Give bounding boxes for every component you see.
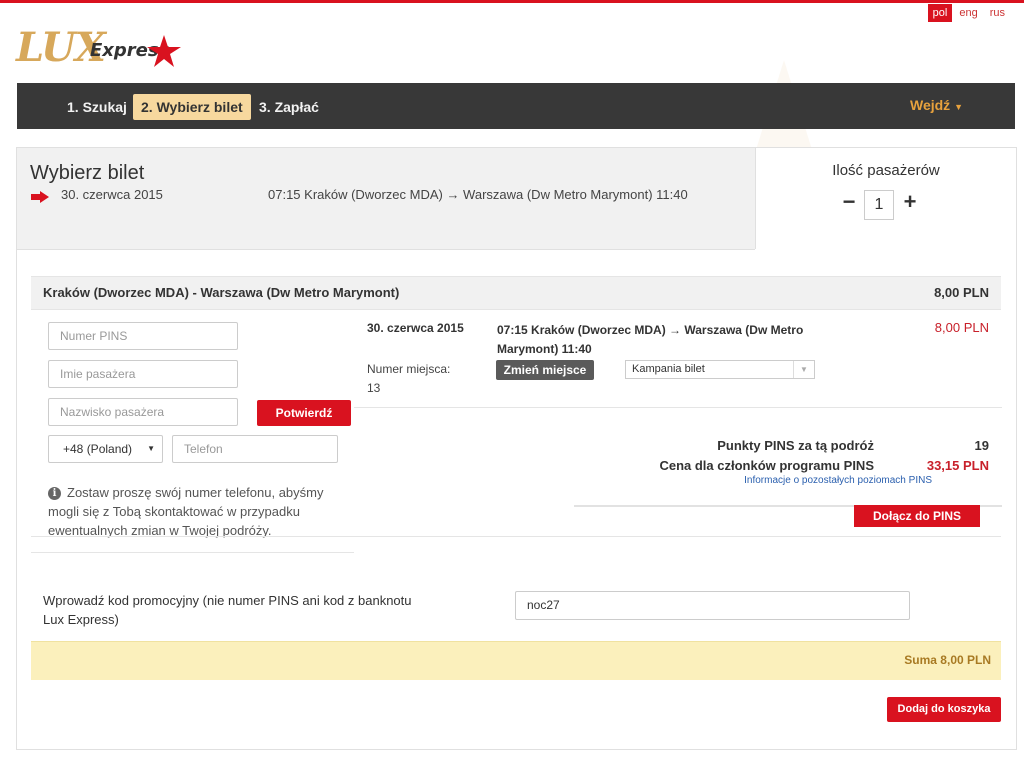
change-seat-button[interactable]: Zmień miejsce — [496, 360, 594, 380]
promo-code-label: Wprowadź kod promocyjny (nie numer PINS … — [43, 593, 412, 627]
step-choose-ticket[interactable]: 2. Wybierz bilet — [133, 94, 251, 120]
phone-input[interactable]: Telefon — [172, 435, 338, 463]
caret-down-icon: ▼ — [954, 102, 963, 112]
trip-date: 30. czerwca 2015 — [367, 321, 464, 335]
passenger-count-input[interactable]: 1 — [864, 190, 894, 220]
seat-number: Numer miejsca: 13 — [367, 362, 451, 395]
country-code-select[interactable]: +48 (Poland) ▼ — [48, 435, 163, 463]
pins-points-label: Punkty PINS za tą podróż — [717, 438, 874, 453]
pins-number-input[interactable]: Numer PINS — [48, 322, 238, 350]
ticket-card: Wybierz bilet 30. czerwca 2015 07:15 Kra… — [16, 147, 1017, 750]
pins-member-price-label: Cena dla członków programu PINS — [659, 458, 874, 473]
join-pins-button[interactable]: Dołącz do PINS — [854, 505, 980, 527]
login-menu[interactable]: Wejdź ▼ — [910, 97, 963, 113]
passenger-name-input[interactable]: Imie pasażera — [48, 360, 238, 388]
ticket-header: Wybierz bilet 30. czerwca 2015 07:15 Kra… — [17, 148, 755, 250]
login-label: Wejdź — [909, 97, 951, 113]
passenger-surname-input[interactable]: Nazwisko pasażera — [48, 398, 238, 426]
lux-express-logo[interactable]: LUX Express — [16, 24, 186, 74]
trip-divider — [354, 407, 1002, 408]
page-title: Wybierz bilet — [30, 162, 145, 184]
trip-price: 8,00 PLN — [934, 320, 989, 335]
select-caret-icon: ▼ — [147, 444, 155, 453]
lang-eng[interactable]: eng — [954, 4, 982, 22]
header-route: 07:15 Kraków (Dworzec MDA) → Warszawa (D… — [268, 187, 688, 202]
section-divider — [31, 536, 1001, 537]
arrow-right-icon — [31, 191, 49, 203]
left-divider — [31, 552, 354, 553]
logo-star-icon — [147, 35, 181, 67]
lang-pol[interactable]: pol — [927, 4, 953, 22]
lang-rus[interactable]: rus — [985, 4, 1010, 22]
increase-passengers-button[interactable]: + — [900, 190, 920, 214]
step-pay[interactable]: 3. Zapłać — [251, 94, 327, 120]
confirm-button[interactable]: Potwierdź — [257, 400, 351, 426]
pins-member-price-value: 33,15 PLN — [926, 458, 989, 473]
language-switcher: pol eng rus — [927, 4, 1010, 22]
pins-points-value: 19 — [974, 438, 989, 453]
country-code-value: +48 (Poland) — [63, 442, 133, 456]
phone-info: i Zostaw proszę swój numer telefonu, abyś… — [48, 483, 338, 540]
step-navbar: 1. Szukaj 2. Wybierz bilet 3. Zapłać Wej… — [17, 83, 1015, 129]
trip-header-row: Kraków (Dworzec MDA) - Warszawa (Dw Metr… — [31, 276, 1001, 310]
summary-bar: Suma 8,00 PLN — [31, 641, 1001, 680]
ticket-type-select[interactable]: Kampania bilet ▼ — [625, 360, 815, 379]
total-sum: Suma 8,00 PLN — [904, 653, 991, 667]
passenger-count-label: Ilość pasażerów — [832, 162, 940, 179]
info-icon: i — [48, 487, 61, 500]
header-date: 30. czerwca 2015 — [61, 187, 163, 202]
chevron-down-icon: ▼ — [793, 361, 814, 378]
ticket-type-value: Kampania bilet — [632, 363, 705, 375]
add-to-cart-button[interactable]: Dodaj do koszyka — [887, 697, 1001, 722]
promo-code-input[interactable]: noc27 — [515, 591, 910, 620]
passenger-count-panel: Ilość pasażerów − 1 + — [755, 148, 1016, 249]
top-accent-line — [0, 0, 1024, 3]
decrease-passengers-button[interactable]: − — [840, 190, 858, 214]
trip-route-title: Kraków (Dworzec MDA) - Warszawa (Dw Metr… — [43, 285, 400, 300]
step-search[interactable]: 1. Szukaj — [59, 94, 135, 120]
trip-route: 07:15 Kraków (Dworzec MDA) → Warszawa (D… — [497, 323, 804, 356]
trip-route-price: 8,00 PLN — [934, 285, 989, 300]
phone-info-text: Zostaw proszę swój numer telefonu, abyśm… — [48, 485, 324, 538]
pins-levels-link[interactable]: Informacje o pozostałych poziomach PINS — [657, 475, 932, 486]
